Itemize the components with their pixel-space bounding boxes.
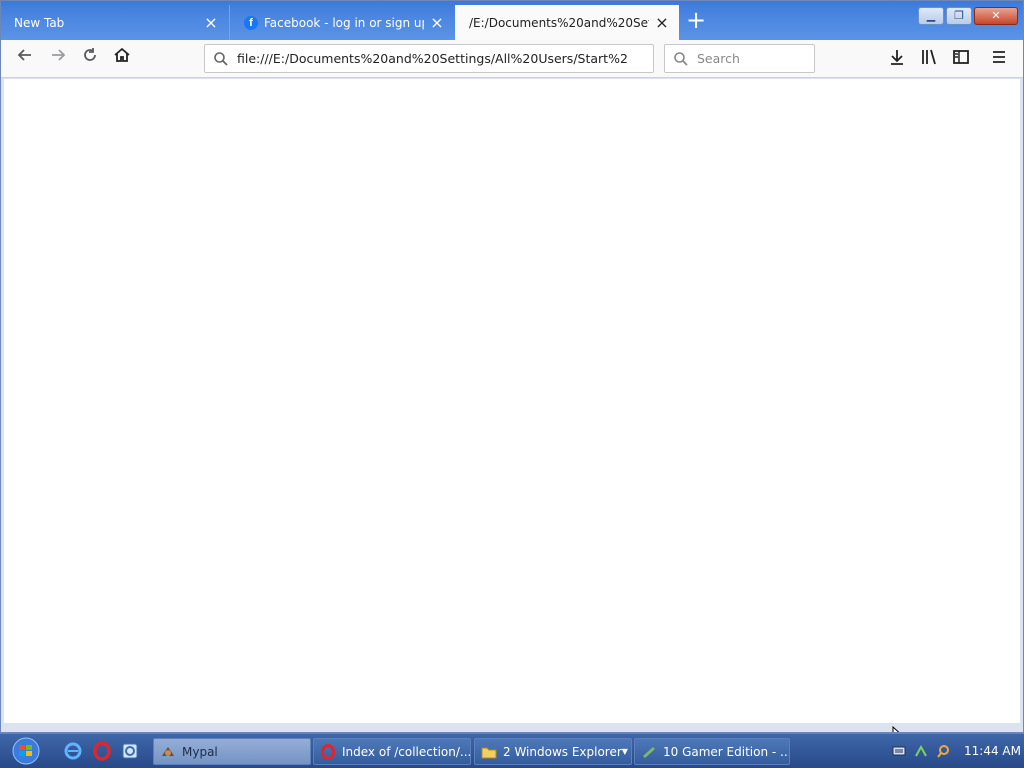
taskbar-button-label: Index of /collection/... [342,744,471,759]
address-bar[interactable]: file:///E:/Documents%20and%20Settings/Al… [204,44,654,73]
reload-icon [84,48,96,61]
folder-icon [481,747,497,758]
tab-active-file[interactable]: /E:/Documents%20and%20Settings/All × [455,5,679,40]
close-window-button[interactable]: ✕ [974,7,1018,25]
clock[interactable]: 11:44 AM [964,744,1021,758]
taskbar: Mypal Index of /collection/... 2 Windows… [0,733,1024,768]
taskbar-button-opera[interactable]: Index of /collection/... [313,738,471,765]
opera-icon [321,743,335,760]
search-bar[interactable] [664,44,815,73]
navigation-toolbar: file:///E:/Documents%20and%20Settings/Al… [0,40,1024,78]
group-dropdown-icon[interactable]: ▼ [622,747,628,756]
downloads-button[interactable] [886,48,908,70]
tab-new-tab[interactable]: New Tab × [0,5,228,40]
url-text[interactable]: file:///E:/Documents%20and%20Settings/Al… [237,51,627,66]
minimize-button[interactable]: ▁ [918,7,944,25]
taskbar-button-gamer-edition[interactable]: 10 Gamer Edition - ... [634,738,790,765]
search-icon [214,51,228,66]
windows-logo-icon [12,737,40,765]
taskbar-button-label: 10 Gamer Edition - ... [663,744,790,759]
library-icon [922,49,936,65]
download-icon [891,50,903,65]
tab-title: /E:/Documents%20and%20Settings/All [469,15,649,30]
tab-title: Facebook - log in or sign up [264,15,424,30]
tab-title: New Tab [14,15,65,30]
taskbar-button-mypal[interactable]: Mypal [153,738,311,765]
browser-window: New Tab × f Facebook - log in or sign up… [0,0,1024,746]
page-content[interactable] [4,79,1020,746]
sidebar-button[interactable] [950,48,972,70]
opera-icon[interactable] [92,741,112,761]
search-icon[interactable] [936,744,950,758]
taskbar-button-label: 2 Windows Explorer [503,744,622,759]
close-tab-icon[interactable]: × [430,14,444,30]
close-tab-icon[interactable]: × [655,14,669,30]
system-tray: 11:44 AM [886,735,1024,767]
forward-button[interactable] [45,46,71,72]
reload-button[interactable] [77,46,103,72]
start-button[interactable] [4,736,44,766]
home-button[interactable] [109,46,135,72]
network-icon[interactable] [914,744,928,758]
mypal-icon [162,746,174,756]
new-tab-button[interactable]: + [685,8,707,32]
library-button[interactable] [918,48,940,70]
keyboard-icon[interactable] [892,744,906,758]
facebook-icon: f [244,15,258,30]
search-input[interactable] [697,51,807,66]
browser-quicklaunch-icon[interactable] [120,741,140,761]
hamburger-menu-icon [993,51,1005,63]
app-icon [643,746,655,758]
back-button[interactable] [12,46,38,72]
search-icon [674,51,688,66]
back-arrow-icon [17,49,31,61]
home-icon [114,47,130,62]
menu-button[interactable] [988,48,1010,70]
restore-button[interactable]: ❐ [946,7,972,25]
window-controls: ▁ ❐ ✕ [918,7,1018,25]
sidebar-icon [953,50,969,64]
forward-arrow-icon [52,49,66,61]
taskbar-button-label: Mypal [182,744,218,759]
tab-strip: New Tab × f Facebook - log in or sign up… [0,0,1024,40]
taskbar-button-windows-explorer[interactable]: 2 Windows Explorer ▼ [474,738,632,765]
tab-facebook[interactable]: f Facebook - log in or sign up × [229,5,454,40]
close-tab-icon[interactable]: × [204,14,218,30]
internet-explorer-icon[interactable] [63,741,83,761]
